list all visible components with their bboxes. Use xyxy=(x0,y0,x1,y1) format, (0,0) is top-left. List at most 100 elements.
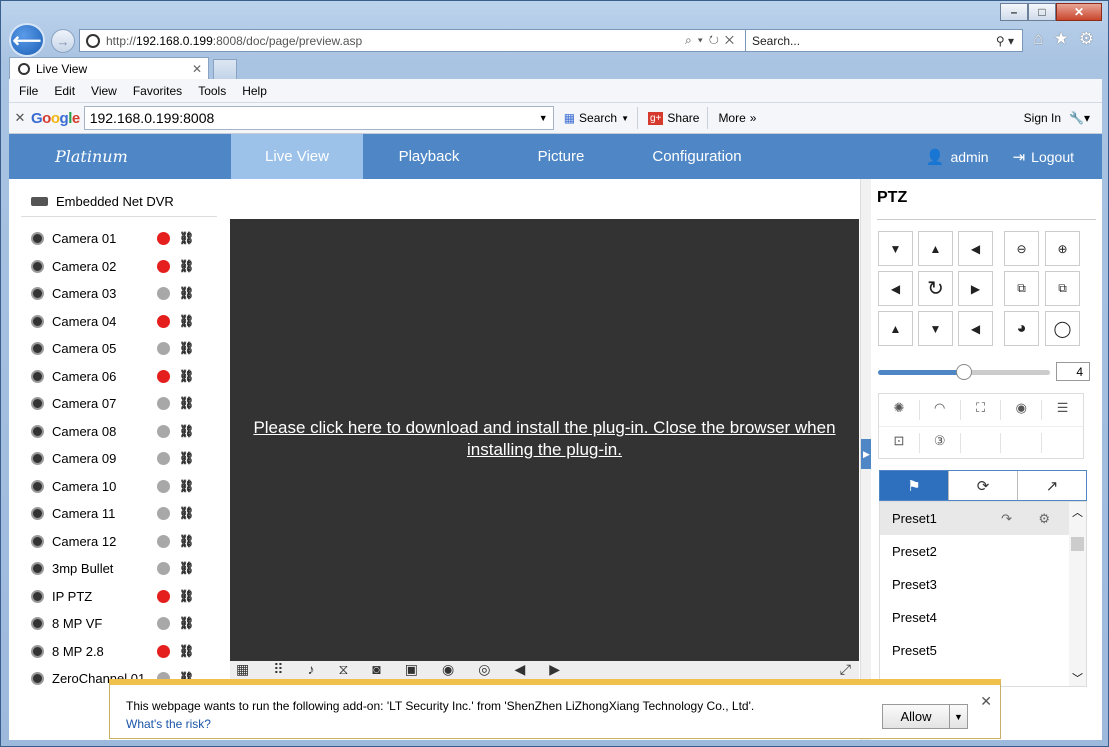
close-window-button[interactable]: ✕ xyxy=(1056,3,1102,21)
stream-select-icon[interactable]: ⛓ xyxy=(179,314,194,328)
tab-live-view[interactable]: Live View ✕ xyxy=(9,57,209,79)
stream-select-icon[interactable]: ⛓ xyxy=(179,231,194,245)
menu-help[interactable]: Help xyxy=(242,84,267,98)
allow-button[interactable]: Allow ▼ xyxy=(882,704,968,729)
panel-splitter[interactable]: ▶ xyxy=(860,179,872,740)
camera-icon[interactable]: ◉ xyxy=(442,661,454,681)
browser-search-box[interactable]: Search... ⚲ ▾ xyxy=(745,29,1023,52)
fullscreen-icon[interactable]: ⤢ xyxy=(840,661,851,681)
user-menu[interactable]: 👤 admin xyxy=(926,148,989,166)
google-search-button[interactable]: ▦ Search ▼ xyxy=(564,111,629,125)
plugin-download-link[interactable]: Please click here to download and instal… xyxy=(230,417,859,461)
zoom-out-icon[interactable]: ⊖ xyxy=(1004,231,1039,266)
iris-open-icon[interactable]: ◕ xyxy=(1004,311,1039,346)
pan-down-right-button[interactable]: ◀ xyxy=(958,311,993,346)
google-more-button[interactable]: More» xyxy=(718,111,756,125)
record-status-dot[interactable] xyxy=(157,644,170,658)
auto-focus-icon[interactable]: ⛶ xyxy=(961,400,1002,420)
record-status-dot[interactable] xyxy=(157,589,170,603)
preset-item[interactable]: Preset5 xyxy=(880,634,1070,667)
stop-all-icon[interactable]: ⧖ xyxy=(339,661,349,681)
record-status-dot[interactable] xyxy=(157,369,170,383)
3d-position-icon[interactable]: ③ xyxy=(920,432,961,453)
auto-rotate-button[interactable]: ↻ xyxy=(918,271,953,306)
camera-item[interactable]: Camera 02 ⛓ xyxy=(31,253,211,281)
ptz-speed-value[interactable]: 4 xyxy=(1056,362,1090,381)
nav-playback[interactable]: Playback xyxy=(363,134,495,179)
favorites-star-icon[interactable]: ★ xyxy=(1054,29,1069,49)
logout-button[interactable]: ⇥ Logout xyxy=(1013,148,1074,166)
focus-far-icon[interactable]: ⧉ xyxy=(1045,271,1080,306)
pan-down-left-button[interactable]: ▲ xyxy=(878,311,913,346)
address-bar[interactable]: http://192.168.0.199:8008/doc/page/previ… xyxy=(79,29,747,52)
camera-item[interactable]: Camera 03 ⛓ xyxy=(31,280,211,308)
record-status-dot[interactable] xyxy=(157,287,170,300)
pan-left-button[interactable]: ◀ xyxy=(878,271,913,306)
nav-configuration[interactable]: Configuration xyxy=(627,134,767,179)
camera-item[interactable]: IP PTZ ⛓ xyxy=(31,583,211,611)
light-icon[interactable]: ✺ xyxy=(879,400,920,420)
zoom-in-icon[interactable]: ⊕ xyxy=(1045,231,1080,266)
menu-favorites[interactable]: Favorites xyxy=(133,84,182,98)
stream-select-icon[interactable]: ⛓ xyxy=(179,396,194,410)
nav-picture[interactable]: Picture xyxy=(495,134,627,179)
next-icon[interactable]: ▶ xyxy=(549,661,560,681)
chevron-down-icon[interactable]: ▼ xyxy=(949,705,967,728)
camera-item[interactable]: Camera 08 ⛓ xyxy=(31,418,211,446)
pan-up-right-button[interactable]: ◀ xyxy=(958,231,993,266)
stream-select-icon[interactable]: ⛓ xyxy=(179,589,194,603)
google-share-button[interactable]: g+ Share xyxy=(648,111,699,125)
forward-button[interactable]: → xyxy=(51,29,75,53)
scroll-up-icon[interactable]: ︿ xyxy=(1069,504,1086,520)
pan-up-left-button[interactable]: ▼ xyxy=(878,231,913,266)
preset-item[interactable]: Preset1 ↷ ⚙ xyxy=(880,502,1070,535)
focus-near-icon[interactable]: ⧉ xyxy=(1004,271,1039,306)
close-tab-icon[interactable]: ✕ xyxy=(192,62,202,76)
record-status-dot[interactable] xyxy=(157,232,170,245)
refresh-icon[interactable]: ⌕▾↻✕ xyxy=(685,33,740,48)
lens-init-icon[interactable]: ◉ xyxy=(1001,400,1043,420)
menu-file[interactable]: File xyxy=(19,84,38,98)
stream-select-icon[interactable]: ⛓ xyxy=(179,644,194,658)
camera-item[interactable]: Camera 11 ⛓ xyxy=(31,500,211,528)
stream-select-icon[interactable]: ⛓ xyxy=(179,561,194,575)
camera-item[interactable]: 8 MP VF ⛓ xyxy=(31,610,211,638)
record-status-dot[interactable] xyxy=(157,452,170,465)
close-toolbar-icon[interactable]: ✕ xyxy=(9,110,31,126)
capture-icon[interactable]: ◙ xyxy=(372,661,380,681)
menu-tools[interactable]: Tools xyxy=(198,84,226,98)
speed-slider-knob[interactable] xyxy=(956,364,972,380)
wiper-icon[interactable]: ◠ xyxy=(920,400,961,420)
manual-track-icon[interactable]: ⊡ xyxy=(879,432,920,453)
stream-select-icon[interactable]: ⛓ xyxy=(179,506,194,520)
previous-icon[interactable]: ◀ xyxy=(514,661,525,681)
zoom-icon[interactable]: ◎ xyxy=(478,661,490,681)
set-preset-gear-icon[interactable]: ⚙ xyxy=(1038,511,1050,527)
menu-icon[interactable]: ☰ xyxy=(1042,400,1083,420)
camera-item[interactable]: 3mp Bullet ⛓ xyxy=(31,555,211,583)
back-button[interactable]: ⟵ xyxy=(9,23,45,57)
ptz-speed-slider[interactable] xyxy=(878,364,1050,380)
record-status-dot[interactable] xyxy=(157,534,170,548)
iris-close-icon[interactable]: ◯ xyxy=(1045,311,1080,346)
device-header[interactable]: Embedded Net DVR xyxy=(21,187,217,217)
record-status-dot[interactable] xyxy=(157,397,170,410)
record-icon[interactable]: ▣ xyxy=(405,661,418,681)
chevron-down-icon[interactable]: ▼ xyxy=(539,113,548,123)
menu-edit[interactable]: Edit xyxy=(54,84,75,98)
tab-pattern-icon[interactable]: ↗ xyxy=(1017,471,1086,500)
menu-view[interactable]: View xyxy=(91,84,117,98)
camera-item[interactable]: Camera 12 ⛓ xyxy=(31,528,211,556)
scroll-down-icon[interactable]: ﹀ xyxy=(1069,670,1086,686)
preset-scrollbar[interactable]: ︿ ﹀ xyxy=(1069,502,1086,686)
preset-item[interactable]: Preset4 xyxy=(880,601,1070,634)
audio-icon[interactable]: ♪ xyxy=(308,661,315,681)
stream-select-icon[interactable]: ⛓ xyxy=(179,534,194,548)
camera-item[interactable]: Camera 06 ⛓ xyxy=(31,363,211,391)
camera-item[interactable]: Camera 09 ⛓ xyxy=(31,445,211,473)
minimize-button[interactable]: – xyxy=(1000,3,1028,21)
stream-select-icon[interactable]: ⛓ xyxy=(179,616,194,630)
start-all-icon[interactable]: ⠿ xyxy=(273,661,283,681)
sign-in-link[interactable]: Sign In xyxy=(1024,111,1061,125)
camera-item[interactable]: Camera 07 ⛓ xyxy=(31,390,211,418)
